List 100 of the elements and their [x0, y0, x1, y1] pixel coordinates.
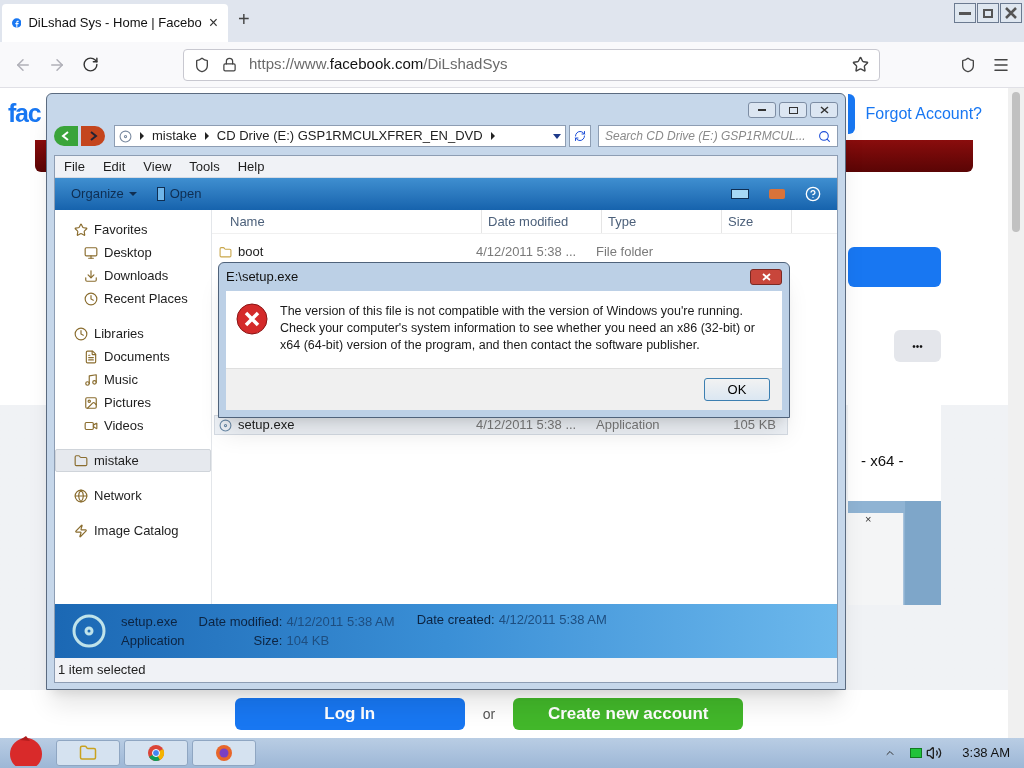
browser-tab[interactable]: DiLshad Sys - Home | Facebo × — [2, 4, 228, 42]
forward-button[interactable] — [81, 126, 105, 146]
more-button[interactable]: ••• — [894, 330, 941, 362]
taskbar-app[interactable] — [124, 740, 188, 766]
nav-item[interactable]: Network — [55, 484, 211, 507]
close-icon — [819, 106, 829, 114]
refresh-icon — [574, 130, 586, 142]
nav-item[interactable]: Downloads — [55, 264, 211, 287]
nav-item[interactable]: Pictures — [55, 391, 211, 414]
nav-icon — [84, 372, 98, 387]
menu-item[interactable]: Edit — [102, 156, 126, 177]
nav-item[interactable]: Music — [55, 368, 211, 391]
tab-close-button[interactable]: × — [208, 11, 218, 35]
detail-value: 4/12/2011 5:38 AM — [286, 612, 395, 631]
status-text: 1 item selected — [58, 661, 146, 680]
detail-name: setup.exe — [121, 612, 179, 631]
menu-item[interactable]: Tools — [189, 156, 220, 177]
view-icon[interactable] — [731, 189, 749, 199]
detail-type: Application — [121, 632, 185, 650]
error-icon — [236, 303, 268, 335]
nav-icon — [74, 326, 88, 341]
table-cell-text: Application — [595, 416, 661, 435]
maximize-button[interactable] — [779, 102, 807, 118]
nav-item[interactable]: Documents — [55, 345, 211, 368]
dialog-title: E:\setup.exe — [226, 268, 299, 287]
column-header[interactable]: Date modified — [482, 210, 602, 233]
login-button[interactable] — [848, 94, 856, 134]
breadcrumb-arrow-icon — [490, 132, 495, 140]
menu-item[interactable]: Help — [237, 156, 265, 177]
network-icon[interactable] — [910, 748, 923, 758]
nav-item[interactable]: Libraries — [55, 322, 211, 345]
chrome-icon — [147, 744, 165, 762]
search-field[interactable]: Search CD Drive (E:) GSP1RMCUL... — [598, 125, 838, 147]
detail-label: Date modified: — [198, 612, 283, 631]
taskbar-app[interactable] — [192, 740, 256, 766]
menu-item[interactable]: View — [143, 156, 172, 177]
address-bar[interactable]: mistake CD Drive (E:) GSP1RMCULXFRER_EN_DVD — [114, 125, 566, 147]
help-icon[interactable] — [805, 186, 821, 202]
close-button[interactable] — [810, 102, 838, 118]
nav-icon — [84, 245, 98, 260]
drive-icon — [119, 129, 132, 143]
minimize-button[interactable] — [954, 3, 976, 23]
close-icon[interactable]: × — [865, 513, 872, 525]
nav-icon — [84, 268, 98, 283]
or-text: or — [482, 704, 496, 724]
reload-icon[interactable] — [82, 56, 99, 73]
menu-item[interactable]: File — [64, 156, 85, 177]
url-text: https://www.facebook.com/DiLshadSys — [249, 54, 509, 75]
folder-icon — [79, 744, 97, 762]
minimize-button[interactable] — [748, 102, 776, 118]
volume-icon[interactable] — [926, 745, 943, 761]
nav-icon — [74, 488, 88, 503]
installer-icon — [71, 613, 107, 649]
nav-item[interactable]: mistake — [55, 449, 211, 472]
column-header[interactable]: Size — [722, 210, 792, 233]
breadcrumb-item[interactable]: CD Drive (E:) GSP1RMCULXFRER_EN_DVD — [216, 126, 483, 146]
restore-button[interactable] — [977, 3, 999, 23]
url-bar[interactable]: https://www.facebook.com/DiLshadSys — [183, 48, 880, 81]
tab-title: DiLshad Sys - Home | Facebo — [28, 14, 202, 33]
close-button[interactable] — [750, 269, 782, 285]
lock-icon — [222, 57, 237, 72]
firefox-icon — [215, 744, 233, 762]
column-header[interactable]: Type — [602, 210, 722, 233]
nav-item[interactable]: Favorites — [55, 218, 211, 241]
nav-icon — [84, 291, 98, 306]
detail-label: Size: — [253, 632, 283, 650]
table-cell: setup.exe — [215, 415, 470, 435]
nav-icon — [74, 523, 88, 538]
clock[interactable]: 3:38 AM — [962, 743, 1010, 763]
breadcrumb-item[interactable]: mistake — [152, 126, 197, 146]
refresh-button[interactable] — [569, 125, 591, 147]
nav-item[interactable]: Image Catalog — [55, 519, 211, 542]
nav-icon — [74, 453, 88, 468]
breadcrumb-arrow-icon — [204, 132, 209, 140]
forgot-account-link[interactable]: Forgot Account? — [865, 102, 982, 126]
dropdown-icon[interactable] — [553, 133, 561, 139]
facebook-logo: fac — [7, 98, 41, 130]
nav-item[interactable]: Recent Places — [55, 287, 211, 310]
nav-icon — [74, 222, 88, 237]
close-button[interactable] — [1000, 3, 1022, 23]
close-icon — [1005, 7, 1017, 19]
breadcrumb-arrow-icon — [140, 132, 144, 140]
search-icon — [818, 129, 831, 143]
nav-item[interactable]: Videos — [55, 414, 211, 437]
shield-icon — [194, 56, 210, 73]
bookmark-icon[interactable] — [852, 56, 869, 73]
detail-label: Date created: — [416, 611, 495, 629]
column-header[interactable]: Name — [212, 210, 482, 233]
file-row[interactable]: boot 4/12/2011 5:38 ... File folder — [214, 242, 788, 262]
post-text: - x64 - — [861, 451, 905, 471]
nav-icon — [84, 349, 98, 364]
new-tab-button[interactable]: + — [238, 4, 250, 34]
folder-icon — [219, 245, 232, 259]
scrollbar[interactable] — [1008, 88, 1024, 738]
table-cell-text: 4/12/2011 5:38 ... — [475, 243, 578, 262]
close-icon — [761, 273, 771, 281]
nav-item[interactable]: Desktop — [55, 241, 211, 264]
login-button[interactable]: Log In — [234, 698, 465, 730]
ok-button[interactable]: OK — [704, 378, 770, 401]
detail-value: 104 KB — [286, 632, 331, 650]
